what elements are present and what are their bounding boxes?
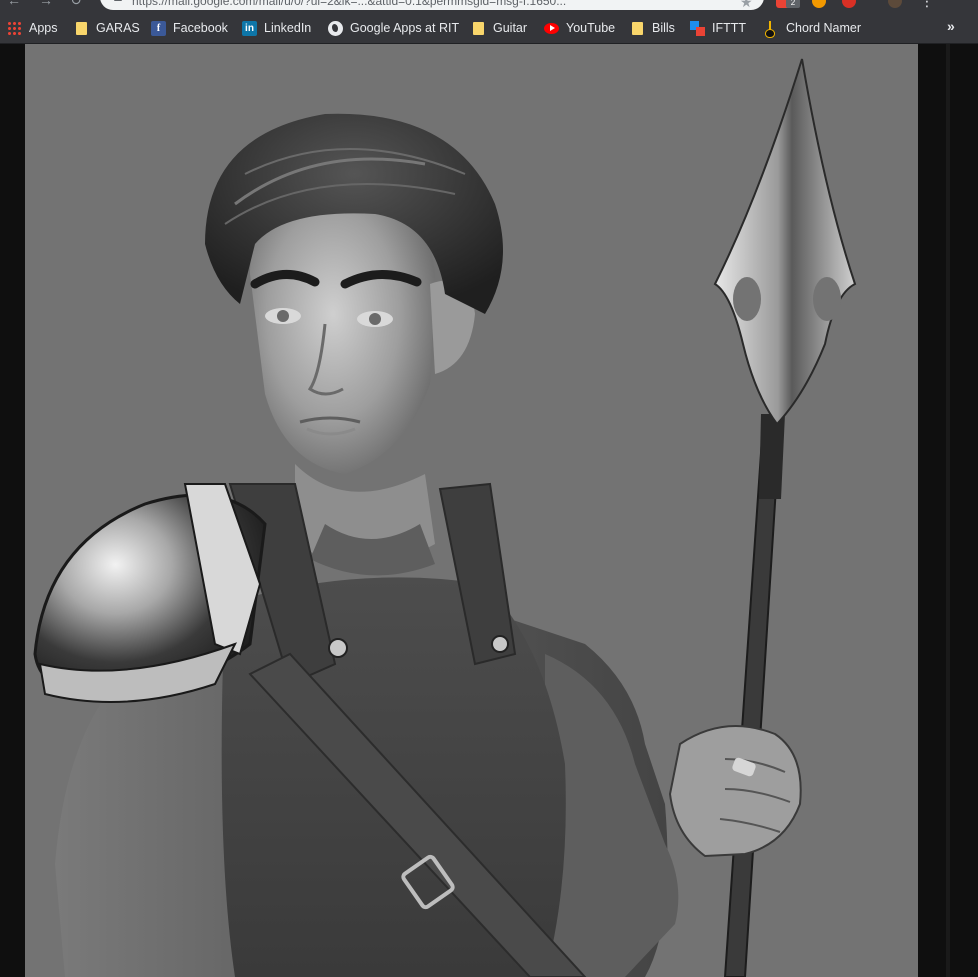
bookmarks-overflow-icon[interactable]: » (947, 18, 955, 34)
lock-icon (114, 0, 122, 1)
bookmark-label: GARAS (96, 21, 140, 35)
back-arrow-icon[interactable]: ← (6, 0, 22, 8)
bookmark-chord-namer[interactable]: Chord Namer (764, 19, 862, 38)
reload-icon[interactable]: ↻ (68, 0, 84, 8)
extension-badge: 2 (786, 0, 800, 8)
folder-icon (471, 21, 486, 36)
bookmark-facebook[interactable]: f Facebook (151, 19, 228, 37)
bookmarks-bar: Apps GARAS f Facebook in LinkedIn Google… (0, 12, 978, 44)
globe-icon (328, 20, 343, 36)
bookmark-star-icon[interactable]: ★ (740, 0, 753, 11)
bookmark-ifttt[interactable]: IFTTT (690, 19, 746, 37)
ifttt-icon (690, 20, 705, 36)
bookmark-label: Facebook (173, 21, 228, 35)
facebook-icon: f (151, 20, 166, 36)
character-illustration (33, 58, 857, 977)
folder-icon (74, 21, 89, 36)
bookmark-bills[interactable]: Bills (630, 19, 675, 37)
bookmark-linkedin[interactable]: in LinkedIn (242, 19, 311, 37)
bookmark-label: YouTube (566, 21, 616, 35)
bookmark-label: IFTTT (712, 21, 747, 35)
bookmark-label: LinkedIn (264, 21, 312, 35)
bookmark-google-apps-rit[interactable]: Google Apps at RIT (328, 19, 459, 37)
bookmark-label: Guitar (493, 21, 528, 35)
bookmark-label: Bills (652, 21, 675, 35)
extension-icon[interactable] (812, 0, 826, 8)
address-bar[interactable]: https://mail.google.com/mail/u/0/?ui=2&i… (100, 0, 764, 10)
folder-icon (630, 21, 645, 36)
linkedin-icon: in (242, 20, 257, 36)
bookmark-apps[interactable]: Apps (7, 19, 58, 37)
bookmark-label: Google Apps at RIT (350, 21, 460, 35)
artwork-image (25, 44, 918, 977)
browser-toolbar: ← → ↻ https://mail.google.com/mail/u/0/?… (0, 0, 978, 12)
bookmark-youtube[interactable]: YouTube (544, 19, 615, 37)
page-scrollbar[interactable] (946, 44, 950, 977)
bookmark-guitar[interactable]: Guitar (471, 19, 527, 37)
bookmark-garas[interactable]: GARAS (74, 19, 140, 37)
profile-avatar[interactable] (888, 0, 902, 8)
apps-grid-icon (7, 20, 22, 36)
page-viewport (0, 44, 978, 977)
shield-extension-icon[interactable] (842, 0, 856, 8)
forward-arrow-icon[interactable]: → (38, 0, 54, 8)
kebab-menu-icon[interactable]: ⋮ (920, 0, 934, 8)
bookmark-label: Chord Namer (786, 21, 862, 35)
guitar-icon (764, 20, 779, 38)
address-bar-url: https://mail.google.com/mail/u/0/?ui=2&i… (132, 0, 567, 8)
bookmark-label: Apps (29, 21, 58, 35)
youtube-icon (544, 21, 559, 36)
